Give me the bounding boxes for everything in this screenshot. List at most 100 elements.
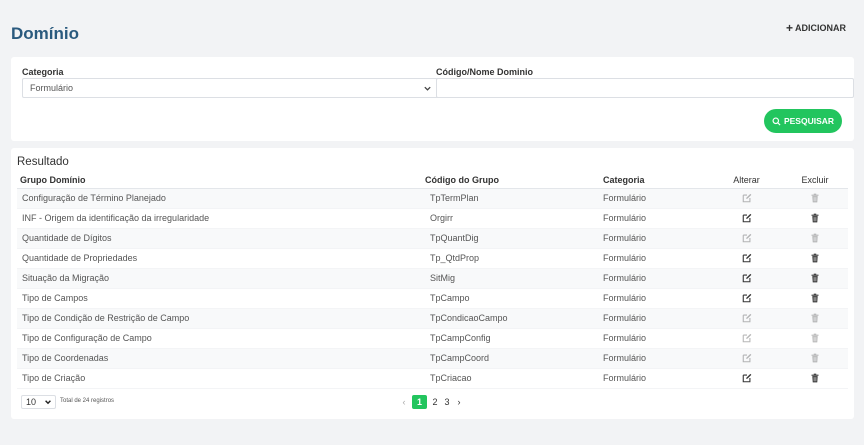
cell-delete <box>782 228 848 249</box>
results-panel: Resultado Grupo Domínio Código do Grupo … <box>11 148 854 419</box>
table-row: Tipo de Criação TpCriacao Formulário <box>17 368 848 389</box>
cell-edit <box>711 308 782 329</box>
trash-icon[interactable] <box>810 253 820 263</box>
trash-icon <box>810 193 820 203</box>
results-table: Grupo Domínio Código do Grupo Categoria … <box>17 172 848 389</box>
cell-edit <box>711 268 782 289</box>
cell-delete <box>782 188 848 209</box>
cell-group: Quantidade de Propriedades <box>17 248 425 269</box>
cell-delete <box>782 308 848 329</box>
cell-delete <box>782 368 848 389</box>
col-header-edit: Alterar <box>711 172 782 189</box>
cell-code: TpTermPlan <box>425 188 603 209</box>
cell-group: Tipo de Condição de Restrição de Campo <box>17 308 425 329</box>
cell-code: Orgirr <box>425 208 603 229</box>
edit-icon <box>742 313 752 323</box>
trash-icon[interactable] <box>810 373 820 383</box>
search-button-label: PESQUISAR <box>783 116 835 126</box>
code-label: Código/Nome Dominio <box>436 67 533 77</box>
category-select[interactable]: Formulário <box>22 78 439 98</box>
page-link[interactable]: 3 <box>443 395 451 409</box>
cell-code: TpCampCoord <box>425 348 603 369</box>
cell-edit <box>711 208 782 229</box>
cell-category: Formulário <box>603 288 711 309</box>
table-row: Situação da Migração SitMig Formulário <box>17 268 848 289</box>
cell-code: TpQuantDig <box>425 228 603 249</box>
cell-group: Situação da Migração <box>17 268 425 289</box>
col-header-group[interactable]: Grupo Domínio <box>17 172 425 189</box>
cell-category: Formulário <box>603 308 711 329</box>
cell-category: Formulário <box>603 268 711 289</box>
trash-icon[interactable] <box>810 293 820 303</box>
edit-icon <box>742 193 752 203</box>
cell-category: Formulário <box>603 208 711 229</box>
trash-icon[interactable] <box>810 273 820 283</box>
code-input[interactable] <box>436 78 854 98</box>
cell-category: Formulário <box>603 188 711 209</box>
edit-icon[interactable] <box>742 273 752 283</box>
cell-edit <box>711 228 782 249</box>
cell-category: Formulário <box>603 368 711 389</box>
pagination-bar: 10 Total de 24 registros ‹ 1 2 3 › <box>17 395 848 411</box>
trash-icon[interactable] <box>810 213 820 223</box>
cell-edit <box>711 188 782 209</box>
col-header-category[interactable]: Categoria <box>603 172 711 189</box>
next-page-button[interactable]: › <box>455 395 463 409</box>
category-label: Categoria <box>22 67 64 77</box>
cell-category: Formulário <box>603 228 711 249</box>
prev-page-button[interactable]: ‹ <box>400 395 408 409</box>
edit-icon <box>742 353 752 363</box>
results-title: Resultado <box>17 156 69 168</box>
cell-group: Tipo de Criação <box>17 368 425 389</box>
trash-icon <box>810 333 820 343</box>
cell-group: Tipo de Configuração de Campo <box>17 328 425 349</box>
cell-delete <box>782 328 848 349</box>
edit-icon <box>742 333 752 343</box>
edit-icon[interactable] <box>742 253 752 263</box>
search-button[interactable]: PESQUISAR <box>764 109 842 133</box>
cell-delete <box>782 268 848 289</box>
chevron-down-icon <box>424 86 431 91</box>
cell-code: Tp_QtdProp <box>425 248 603 269</box>
cell-code: SitMig <box>425 268 603 289</box>
cell-edit <box>711 368 782 389</box>
cell-group: Tipo de Coordenadas <box>17 348 425 369</box>
page-title: Domínio <box>11 24 79 43</box>
chevron-down-icon <box>45 400 51 405</box>
cell-edit <box>711 288 782 309</box>
page-link[interactable]: 2 <box>431 395 439 409</box>
table-row: INF - Origem da identificação da irregul… <box>17 208 848 229</box>
table-row: Tipo de Condição de Restrição de Campo Tp… <box>17 308 848 329</box>
cell-group: Quantidade de Dígitos <box>17 228 425 249</box>
cell-code: TpCampo <box>425 288 603 309</box>
edit-icon[interactable] <box>742 373 752 383</box>
trash-icon <box>810 313 820 323</box>
cell-delete <box>782 208 848 229</box>
per-page-value: 10 <box>26 397 37 407</box>
table-row: Tipo de Campos TpCampo Formulário <box>17 288 848 309</box>
cell-edit <box>711 348 782 369</box>
cell-code: TpCondicaoCampo <box>425 308 603 329</box>
cell-code: TpCampConfig <box>425 328 603 349</box>
cell-group: Configuração de Término Planejado <box>17 188 425 209</box>
page-link[interactable]: 1 <box>412 395 427 409</box>
cell-code: TpCriacao <box>425 368 603 389</box>
per-page-select[interactable]: 10 <box>21 395 56 409</box>
table-header-row: Grupo Domínio Código do Grupo Categoria … <box>17 172 848 189</box>
add-button[interactable]: + ADICIONAR <box>786 22 846 34</box>
filter-panel: Categoria Formulário Código/Nome Dominio… <box>11 57 854 141</box>
cell-category: Formulário <box>603 248 711 269</box>
table-row: Quantidade de Dígitos TpQuantDig Formulári… <box>17 228 848 249</box>
page-links: ‹ 1 2 3 › <box>400 395 463 409</box>
edit-icon <box>742 233 752 243</box>
trash-icon <box>810 233 820 243</box>
plus-icon: + <box>785 21 793 35</box>
col-header-code[interactable]: Código do Grupo <box>425 172 603 189</box>
edit-icon[interactable] <box>742 293 752 303</box>
table-row: Configuração de Término Planejado TpTermP… <box>17 188 848 209</box>
table-row: Quantidade de Propriedades Tp_QtdProp Form… <box>17 248 848 269</box>
cell-delete <box>782 248 848 269</box>
cell-edit <box>711 248 782 269</box>
edit-icon[interactable] <box>742 213 752 223</box>
cell-group: Tipo de Campos <box>17 288 425 309</box>
